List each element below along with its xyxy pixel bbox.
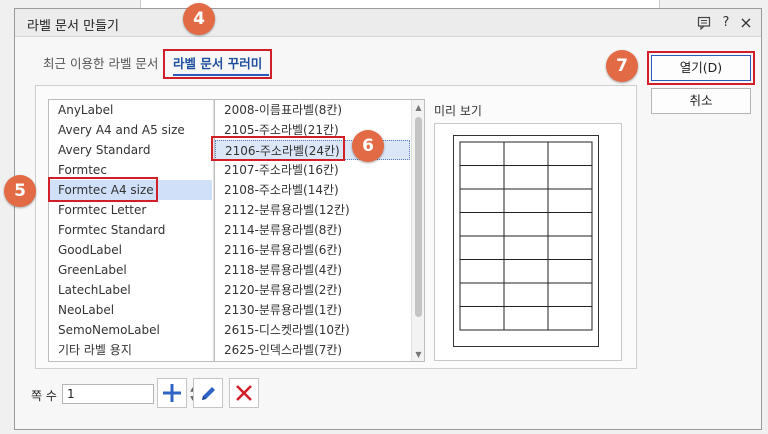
pencil-icon bbox=[202, 387, 215, 400]
list-item[interactable]: Avery Standard bbox=[49, 140, 212, 160]
label-cell bbox=[547, 259, 593, 284]
label-grid bbox=[459, 141, 593, 331]
preview-area bbox=[434, 123, 622, 361]
delete-x-icon bbox=[236, 385, 252, 401]
label-cell bbox=[547, 306, 593, 331]
list-item[interactable]: 2625-인덱스라벨(7칸) bbox=[215, 340, 410, 360]
list-item[interactable]: 2107-주소라벨(16칸) bbox=[215, 160, 410, 180]
label-cell bbox=[459, 141, 505, 166]
page-count-stepper[interactable]: 1 ▲ ▼ bbox=[62, 384, 199, 404]
list-item[interactable]: 2108-주소라벨(14칸) bbox=[215, 180, 410, 200]
label-cell bbox=[459, 235, 505, 260]
vendor-list[interactable]: AnyLabel Avery A4 and A5 size Avery Standa… bbox=[48, 99, 227, 362]
label-selection-highlight bbox=[211, 136, 345, 161]
label-cell bbox=[503, 282, 549, 307]
annotation-badge-4: 4 bbox=[183, 3, 215, 35]
label-cell bbox=[503, 188, 549, 213]
list-item[interactable]: 2112-분류용라벨(12칸) bbox=[215, 200, 410, 220]
label-cell bbox=[547, 212, 593, 237]
label-cell bbox=[459, 282, 505, 307]
preview-label: 미리 보기 bbox=[434, 104, 482, 118]
open-button-highlight bbox=[647, 51, 755, 85]
label-cell bbox=[503, 141, 549, 166]
document-page-background bbox=[140, 0, 660, 8]
help-icon[interactable]: ? bbox=[717, 14, 735, 32]
annotation-badge-7: 7 bbox=[606, 50, 638, 82]
label-cell bbox=[547, 282, 593, 307]
active-tab-indicator bbox=[173, 74, 269, 76]
scroll-down-icon[interactable]: ▼ bbox=[412, 349, 424, 361]
annotation-badge-5: 5 bbox=[4, 175, 36, 207]
annotation-badge-6: 6 bbox=[352, 130, 384, 162]
label-type-list-scrollbar[interactable]: ▲ ▼ bbox=[411, 100, 424, 361]
list-item[interactable]: NeoLabel bbox=[49, 300, 212, 320]
list-item[interactable]: GreenLabel bbox=[49, 260, 212, 280]
label-cell bbox=[459, 212, 505, 237]
list-item[interactable]: 2120-분류용라벨(2칸) bbox=[215, 280, 410, 300]
label-document-dialog: 라벨 문서 만들기 ? × 최근 이용한 라벨 문서 라벨 문서 꾸러미 Any… bbox=[14, 8, 762, 430]
list-item[interactable]: 2008-이름표라벨(8칸) bbox=[215, 100, 410, 120]
tab-recent-label-documents[interactable]: 최근 이용한 라벨 문서 bbox=[35, 49, 166, 79]
close-icon[interactable]: × bbox=[737, 14, 755, 32]
list-item[interactable]: SemoNemoLabel bbox=[49, 320, 212, 340]
list-item[interactable]: AnyLabel bbox=[49, 100, 212, 120]
title-bar: 라벨 문서 만들기 ? × bbox=[15, 9, 761, 37]
cancel-button-label: 취소 bbox=[689, 93, 713, 108]
label-cell bbox=[547, 165, 593, 190]
label-cell bbox=[503, 235, 549, 260]
list-item[interactable]: 2116-분류용라벨(6칸) bbox=[215, 240, 410, 260]
label-cell bbox=[547, 188, 593, 213]
list-item[interactable]: 2615-디스켓라벨(10칸) bbox=[215, 320, 410, 340]
label-cell bbox=[503, 165, 549, 190]
label-cell bbox=[459, 188, 505, 213]
comment-icon[interactable] bbox=[695, 14, 713, 32]
list-item[interactable]: Formtec Letter bbox=[49, 200, 212, 220]
edit-label-button[interactable] bbox=[193, 378, 223, 408]
list-item[interactable]: 2114-분류용라벨(8칸) bbox=[215, 220, 410, 240]
page-count-label: 쪽 수 bbox=[31, 389, 57, 403]
list-item[interactable]: Avery A4 and A5 size bbox=[49, 120, 212, 140]
cancel-button[interactable]: 취소 bbox=[651, 88, 751, 114]
plus-icon bbox=[163, 384, 181, 402]
label-cell bbox=[547, 235, 593, 260]
label-package-panel: AnyLabel Avery A4 and A5 size Avery Standa… bbox=[35, 85, 637, 369]
label-sheet-preview bbox=[453, 135, 599, 347]
add-label-button[interactable] bbox=[157, 378, 187, 408]
label-cell bbox=[459, 259, 505, 284]
list-item[interactable]: 2118-분류용라벨(4칸) bbox=[215, 260, 410, 280]
delete-label-button[interactable] bbox=[229, 378, 259, 408]
dialog-title: 라벨 문서 만들기 bbox=[27, 19, 119, 34]
list-item[interactable]: Formtec Standard bbox=[49, 220, 212, 240]
label-cell bbox=[547, 141, 593, 166]
label-cell bbox=[459, 165, 505, 190]
list-item[interactable]: GoodLabel bbox=[49, 240, 212, 260]
label-cell bbox=[459, 306, 505, 331]
label-type-scroll-thumb[interactable] bbox=[415, 117, 422, 317]
page-count-value: 1 bbox=[67, 387, 75, 401]
list-item[interactable]: 기타 라벨 용지 bbox=[49, 340, 212, 360]
label-cell bbox=[503, 306, 549, 331]
vendor-selection-highlight bbox=[48, 177, 158, 202]
list-item[interactable]: 2130-분류용라벨(1칸) bbox=[215, 300, 410, 320]
list-item[interactable]: LatechLabel bbox=[49, 280, 212, 300]
label-cell bbox=[503, 259, 549, 284]
label-cell bbox=[503, 212, 549, 237]
scroll-up-icon[interactable]: ▲ bbox=[412, 102, 424, 114]
